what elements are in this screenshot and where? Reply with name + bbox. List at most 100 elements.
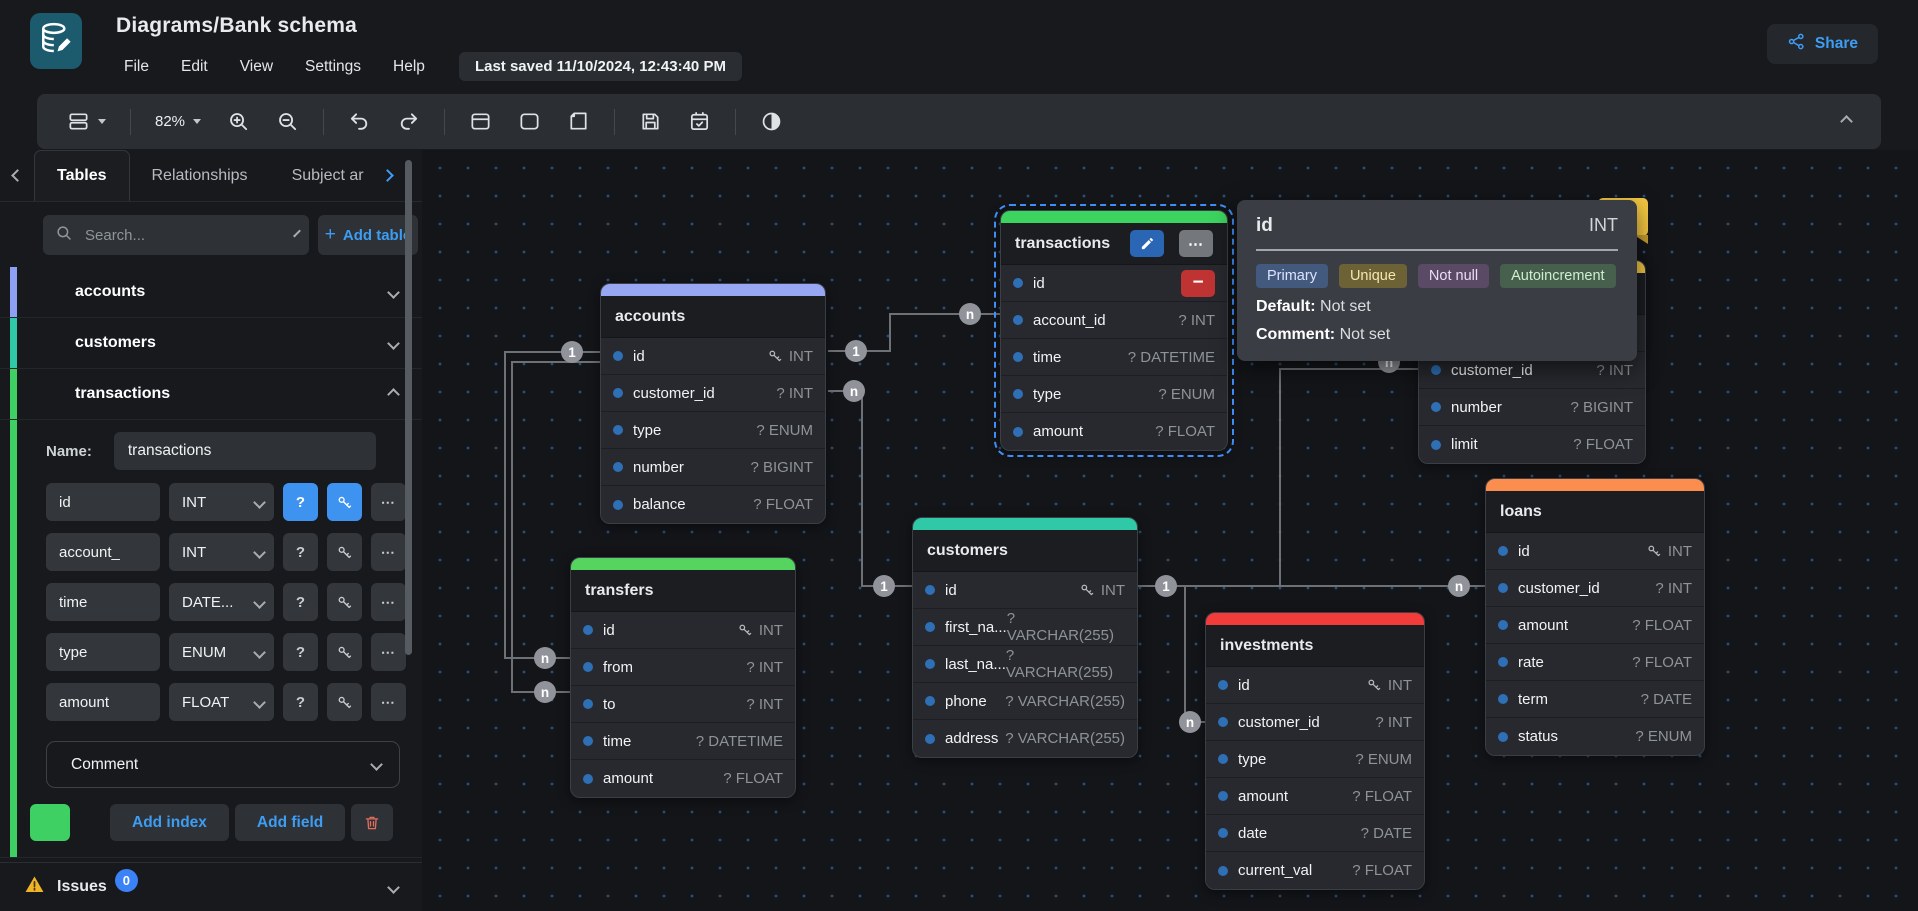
- table-field-row[interactable]: last_na...? VARCHAR(255): [913, 646, 1137, 683]
- edit-table-button[interactable]: [1130, 230, 1164, 257]
- field-type-dropdown[interactable]: FLOAT: [169, 683, 274, 721]
- table-field-row[interactable]: idINT: [601, 338, 825, 375]
- undo-button[interactable]: [340, 104, 379, 139]
- table-field-row[interactable]: type? ENUM: [1001, 376, 1227, 413]
- relationship-line[interactable]: [1280, 369, 1418, 586]
- table-field-row[interactable]: type? ENUM: [1206, 741, 1424, 778]
- table-field-row[interactable]: number? BIGINT: [601, 449, 825, 486]
- diagram-table-investments[interactable]: investmentsidINTcustomer_id? INTtype? EN…: [1205, 612, 1425, 890]
- comment-collapse[interactable]: Comment: [46, 741, 400, 788]
- chevron-down-icon[interactable]: [293, 229, 301, 237]
- tab-relationships[interactable]: Relationships: [130, 150, 270, 201]
- app-logo[interactable]: [30, 13, 82, 69]
- table-field-row[interactable]: id−: [1001, 265, 1227, 302]
- primary-key-toggle[interactable]: [327, 633, 362, 671]
- nullable-toggle[interactable]: ?: [283, 533, 318, 571]
- todo-button[interactable]: [680, 104, 719, 139]
- relationship-line[interactable]: [828, 391, 912, 586]
- diagram-table-transfers[interactable]: transfersidINTfrom? INTto? INTtime? DATE…: [570, 557, 796, 798]
- table-field-row[interactable]: idINT: [913, 572, 1137, 609]
- table-field-row[interactable]: phone? VARCHAR(255): [913, 683, 1137, 720]
- table-field-row[interactable]: number? BIGINT: [1419, 389, 1645, 426]
- table-header[interactable]: accounts: [601, 296, 825, 338]
- add-area-button[interactable]: [510, 104, 549, 139]
- menu-item-edit[interactable]: Edit: [169, 54, 220, 80]
- sidebar-scrollbar[interactable]: [405, 160, 412, 655]
- zoom-out-button[interactable]: [268, 104, 307, 139]
- sidebar-item-transactions[interactable]: transactions: [0, 369, 422, 420]
- table-field-row[interactable]: status? ENUM: [1486, 718, 1704, 755]
- field-type-dropdown[interactable]: INT: [169, 533, 274, 571]
- table-field-row[interactable]: type? ENUM: [601, 412, 825, 449]
- nullable-toggle[interactable]: ?: [283, 483, 318, 521]
- table-header[interactable]: transfers: [571, 570, 795, 612]
- redo-button[interactable]: [389, 104, 428, 139]
- add-note-button[interactable]: [559, 104, 598, 139]
- diagram-table-accounts[interactable]: accountsidINTcustomer_id? INTtype? ENUMn…: [600, 283, 826, 524]
- nullable-toggle[interactable]: ?: [283, 583, 318, 621]
- primary-key-toggle[interactable]: [327, 533, 362, 571]
- table-field-row[interactable]: idINT: [571, 612, 795, 649]
- nullable-toggle[interactable]: ?: [283, 633, 318, 671]
- delete-field-button[interactable]: −: [1181, 270, 1215, 297]
- add-table-button[interactable]: [461, 104, 500, 139]
- table-field-row[interactable]: rate? FLOAT: [1486, 644, 1704, 681]
- save-button[interactable]: [631, 104, 670, 139]
- table-field-row[interactable]: from? INT: [571, 649, 795, 686]
- table-field-row[interactable]: balance? FLOAT: [601, 486, 825, 523]
- theme-button[interactable]: [752, 104, 791, 139]
- primary-key-toggle[interactable]: [327, 583, 362, 621]
- field-type-dropdown[interactable]: INT: [169, 483, 274, 521]
- field-more-button[interactable]: ⋯: [371, 483, 406, 521]
- table-field-row[interactable]: amount? FLOAT: [571, 760, 795, 797]
- primary-key-toggle[interactable]: [327, 483, 362, 521]
- table-field-row[interactable]: time? DATETIME: [571, 723, 795, 760]
- layout-button[interactable]: [59, 104, 114, 139]
- table-header[interactable]: investments: [1206, 625, 1424, 667]
- add-table-button[interactable]: + Add table: [318, 215, 418, 255]
- delete-table-button[interactable]: [351, 804, 393, 841]
- search-input[interactable]: [85, 227, 284, 244]
- field-more-button[interactable]: ⋯: [371, 683, 406, 721]
- menu-item-help[interactable]: Help: [381, 54, 437, 80]
- field-more-button[interactable]: ⋯: [371, 533, 406, 571]
- menu-item-view[interactable]: View: [228, 54, 285, 80]
- table-field-row[interactable]: customer_id? INT: [601, 375, 825, 412]
- diagram-table-loans[interactable]: loansidINTcustomer_id? INTamount? FLOATr…: [1485, 478, 1705, 756]
- table-field-row[interactable]: to? INT: [571, 686, 795, 723]
- table-field-row[interactable]: time? DATETIME: [1001, 339, 1227, 376]
- table-name-input[interactable]: [114, 432, 376, 470]
- nullable-toggle[interactable]: ?: [283, 683, 318, 721]
- tab-tables[interactable]: Tables: [34, 150, 130, 201]
- sidebar-item-customers[interactable]: customers: [0, 318, 422, 369]
- issues-bar[interactable]: Issues 0: [0, 862, 422, 911]
- table-field-row[interactable]: current_val? FLOAT: [1206, 852, 1424, 889]
- table-field-row[interactable]: idINT: [1206, 667, 1424, 704]
- table-color-swatch[interactable]: [30, 804, 70, 841]
- field-type-dropdown[interactable]: DATE...: [169, 583, 274, 621]
- table-field-row[interactable]: customer_id? INT: [1206, 704, 1424, 741]
- primary-key-toggle[interactable]: [327, 683, 362, 721]
- table-field-row[interactable]: amount? FLOAT: [1486, 607, 1704, 644]
- search-box[interactable]: [43, 215, 309, 255]
- field-more-button[interactable]: ⋯: [371, 633, 406, 671]
- field-name-input[interactable]: type: [46, 633, 160, 671]
- chevron-down-icon[interactable]: [387, 881, 400, 894]
- table-header[interactable]: transactions⋯: [1001, 223, 1227, 265]
- table-field-row[interactable]: limit? FLOAT: [1419, 426, 1645, 463]
- table-header[interactable]: loans: [1486, 491, 1704, 533]
- diagram-table-transactions[interactable]: transactions⋯id−account_id? INTtime? DAT…: [1000, 210, 1228, 451]
- share-button[interactable]: Share: [1767, 24, 1878, 64]
- table-field-row[interactable]: idINT: [1486, 533, 1704, 570]
- toolbar-collapse-button[interactable]: [1834, 111, 1859, 132]
- menu-item-settings[interactable]: Settings: [293, 54, 373, 80]
- tabs-scroll-right-button[interactable]: [370, 150, 404, 201]
- table-field-row[interactable]: term? DATE: [1486, 681, 1704, 718]
- field-name-input[interactable]: time: [46, 583, 160, 621]
- diagram-table-customers[interactable]: customersidINTfirst_na...? VARCHAR(255)l…: [912, 517, 1138, 758]
- table-field-row[interactable]: amount? FLOAT: [1001, 413, 1227, 450]
- add-field-button[interactable]: Add field: [235, 804, 345, 841]
- table-field-row[interactable]: amount? FLOAT: [1206, 778, 1424, 815]
- tab-subject-ar[interactable]: Subject ar: [270, 150, 386, 201]
- table-field-row[interactable]: account_id? INT: [1001, 302, 1227, 339]
